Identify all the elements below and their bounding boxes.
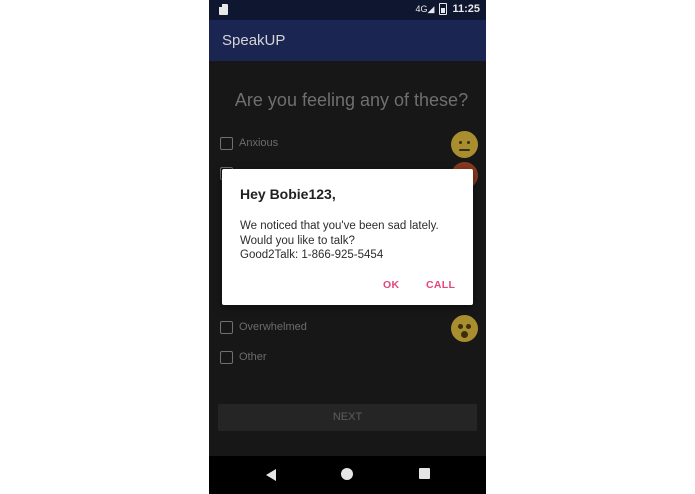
shocked-face-icon <box>451 315 478 342</box>
home-icon[interactable] <box>341 468 353 480</box>
alert-dialog: Hey Bobie123, We noticed that you've bee… <box>222 169 473 305</box>
checkbox[interactable] <box>220 136 233 150</box>
question-heading: Are you feeling any of these? <box>234 90 469 110</box>
recents-icon[interactable] <box>419 468 430 479</box>
sd-card-icon <box>219 4 228 15</box>
dialog-message-line: Would you like to talk? <box>240 234 355 247</box>
checkbox[interactable] <box>220 320 233 334</box>
navigation-bar <box>209 456 486 494</box>
anxious-face-icon <box>451 131 478 158</box>
option-label: Overwhelmed <box>239 321 307 333</box>
option-overwhelmed[interactable]: Overwhelmed <box>220 319 307 335</box>
dialog-message-line: Good2Talk: 1-866-925-5454 <box>240 249 384 261</box>
dialog-message: We noticed that you've been sad lately. … <box>240 219 465 263</box>
option-label: Anxious <box>239 137 279 149</box>
battery-icon <box>439 3 448 15</box>
checkbox[interactable] <box>220 350 233 364</box>
dialog-message-line: We noticed that you've been sad lately. <box>240 220 439 232</box>
call-button[interactable]: CALL <box>426 279 455 291</box>
app-bar: SpeakUP <box>209 20 486 61</box>
ok-button[interactable]: OK <box>383 279 399 291</box>
next-button[interactable]: NEXT <box>218 404 477 431</box>
option-other[interactable]: Other <box>220 349 267 365</box>
option-label: Other <box>239 351 267 363</box>
back-icon[interactable] <box>266 469 276 481</box>
status-bar: 4G◢ 11:25 <box>209 0 486 20</box>
signal-icon: 4G◢ <box>415 4 435 14</box>
dialog-title: Hey Bobie123, <box>240 186 336 202</box>
network-type: 4G <box>415 4 428 14</box>
app-title: SpeakUP <box>222 32 286 49</box>
option-anxious[interactable]: Anxious <box>220 135 278 151</box>
clock: 11:25 <box>452 3 480 15</box>
